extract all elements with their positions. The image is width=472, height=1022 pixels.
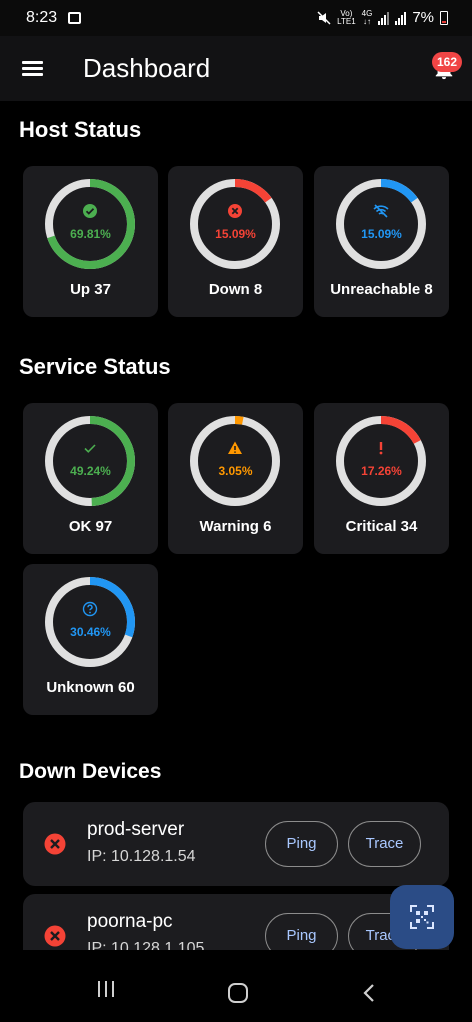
service-unknown-card[interactable]: 30.46% Unknown 60 <box>23 564 158 715</box>
wifi-off-icon <box>373 204 389 218</box>
service-status-heading: Service Status <box>19 354 171 379</box>
notification-badge: 162 <box>432 52 462 72</box>
service-warning-card[interactable]: 3.05% Warning 6 <box>168 403 303 554</box>
device-card: poorna-pc IP: 10.128.1.105 Ping Trace <box>23 894 449 950</box>
device-ip: IP: 10.128.1.54 <box>87 848 196 865</box>
qr-scan-button[interactable] <box>390 885 454 949</box>
back-icon[interactable] <box>362 983 376 1003</box>
signal-icon-1 <box>378 11 390 25</box>
service-unknown-percent: 30.46% <box>70 625 111 639</box>
battery-icon <box>440 10 448 25</box>
status-time: 8:23 <box>26 9 58 26</box>
exclamation-icon <box>379 442 383 455</box>
service-ok-card[interactable]: 49.24% OK 97 <box>23 403 158 554</box>
check-circle-icon <box>83 204 97 218</box>
device-down-icon <box>44 925 66 947</box>
ping-button[interactable]: Ping <box>265 821 338 867</box>
service-critical-card[interactable]: 17.26% Critical 34 <box>314 403 449 554</box>
gallery-notification-icon <box>68 12 81 24</box>
host-up-card[interactable]: 69.81% Up 37 <box>23 166 158 317</box>
recent-apps-icon[interactable] <box>96 980 116 998</box>
signal-icon-2 <box>395 11 407 25</box>
service-unknown-ring <box>45 577 135 667</box>
service-critical-label: Critical 34 <box>345 518 418 535</box>
status-bar: 8:23 Vo) LTE1 4G ↓↑ 7% <box>0 0 472 36</box>
service-warning-label: Warning 6 <box>199 518 272 535</box>
service-unknown-label: Unknown 60 <box>46 679 135 696</box>
host-unreachable-card[interactable]: 15.09% Unreachable 8 <box>314 166 449 317</box>
host-up-percent: 69.81% <box>70 227 111 241</box>
host-down-label: Down 8 <box>208 281 263 298</box>
service-ok-label: OK 97 <box>68 518 113 535</box>
battery-percent: 7% <box>412 9 434 26</box>
host-down-percent: 15.09% <box>215 227 256 241</box>
page-title: Dashboard <box>83 53 211 83</box>
help-circle-icon <box>82 601 98 617</box>
host-down-ring <box>190 179 280 269</box>
device-card: prod-server IP: 10.128.1.54 Ping Trace <box>23 802 449 886</box>
down-devices-heading: Down Devices <box>19 760 162 783</box>
host-down-card[interactable]: 15.09% Down 8 <box>168 166 303 317</box>
host-up-label: Up 37 <box>70 281 111 298</box>
service-warning-ring <box>190 416 280 506</box>
volte-indicator: Vo) LTE1 <box>337 8 356 26</box>
device-ip: IP: 10.128.1.105 <box>87 940 205 950</box>
network-type: 4G ↓↑ <box>361 8 373 26</box>
device-down-icon <box>44 833 66 855</box>
status-right: Vo) LTE1 4G ↓↑ 7% <box>317 9 448 26</box>
service-ok-percent: 49.24% <box>70 464 111 478</box>
host-status-heading: Host Status <box>19 117 142 142</box>
ping-button[interactable]: Ping <box>265 913 338 950</box>
host-up-ring <box>45 179 135 269</box>
home-icon[interactable] <box>227 982 249 1004</box>
trace-button[interactable]: Trace <box>348 821 421 867</box>
service-critical-percent: 17.26% <box>361 464 402 478</box>
service-ok-ring <box>45 416 135 506</box>
service-warning-percent: 3.05% <box>218 464 253 478</box>
app-bar: Dashboard <box>0 36 472 101</box>
host-unreachable-label: Unreachable 8 <box>330 281 433 298</box>
warning-icon <box>228 441 242 454</box>
service-critical-ring <box>336 416 426 506</box>
mute-icon <box>317 10 331 25</box>
host-unreachable-ring <box>336 179 426 269</box>
error-circle-icon <box>228 204 242 218</box>
check-icon <box>84 444 96 453</box>
device-name: poorna-pc <box>87 911 173 932</box>
system-navigation-bar <box>0 950 472 1022</box>
menu-icon[interactable] <box>22 61 43 76</box>
host-unreachable-percent: 15.09% <box>361 227 402 241</box>
qr-code-scan-icon <box>410 905 434 929</box>
device-name: prod-server <box>87 819 185 840</box>
